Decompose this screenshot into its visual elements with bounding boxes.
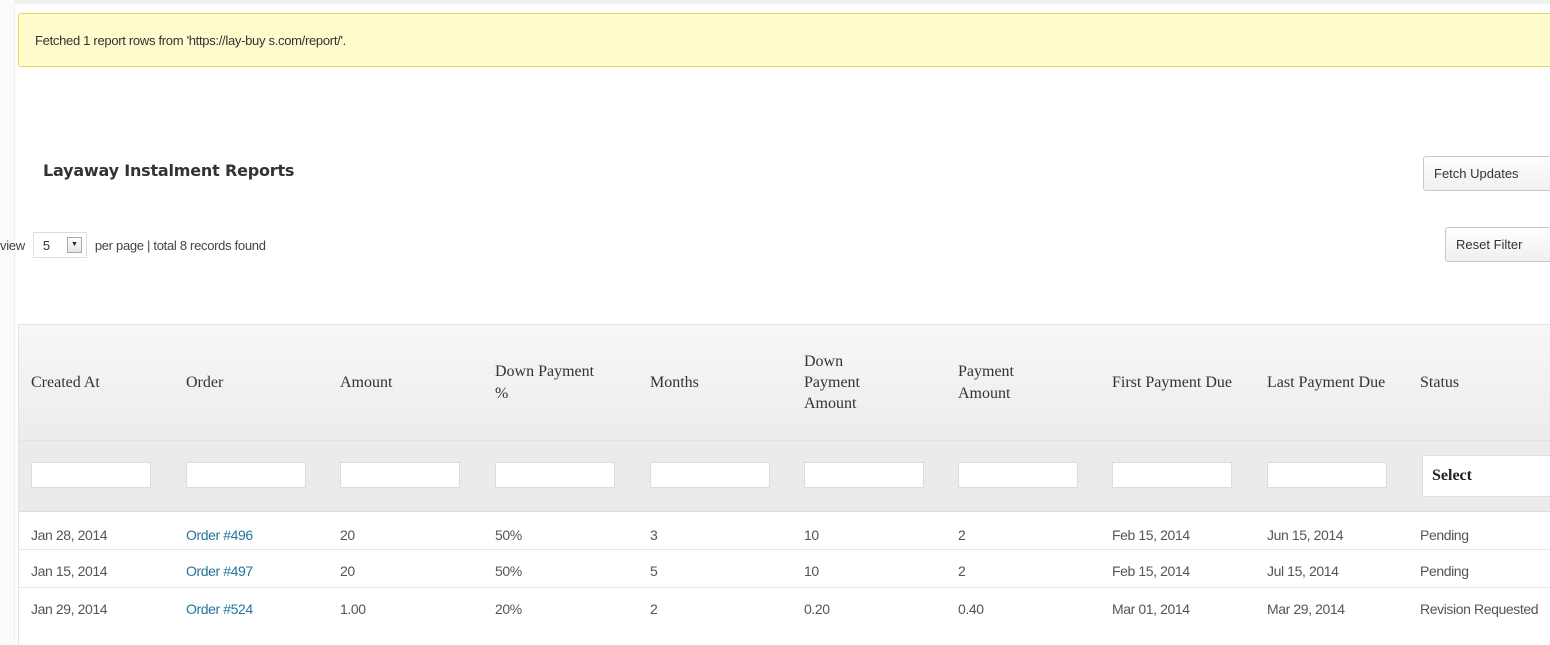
column-header-months[interactable]: Months — [650, 325, 780, 440]
cell-months: 3 — [650, 527, 658, 543]
filter-status-select[interactable]: Select — [1422, 455, 1550, 497]
cell-created-at: Jan 29, 2014 — [31, 601, 108, 617]
column-header-payment-amount[interactable]: Payment Amount — [958, 325, 1048, 440]
header-row: Created At Order Amount Down Payment % M… — [19, 325, 1550, 441]
cell-first-payment-due: Feb 15, 2014 — [1112, 563, 1190, 579]
filter-payment-amount-input[interactable] — [958, 462, 1078, 488]
filter-created-at-input[interactable] — [31, 462, 151, 488]
per-page-value: 5 — [42, 237, 50, 253]
chevron-down-icon[interactable]: ▼ — [66, 237, 82, 253]
filter-first-payment-due-input[interactable] — [1112, 462, 1232, 488]
filter-row: Select — [19, 441, 1550, 512]
fetch-updates-button[interactable]: Fetch Updates — [1423, 156, 1550, 191]
cell-status: Pending — [1420, 527, 1469, 543]
cell-down-payment-amount: 0.20 — [804, 601, 830, 617]
order-link[interactable]: Order #524 — [186, 598, 253, 620]
cell-amount: 20 — [340, 527, 355, 543]
column-header-amount[interactable]: Amount — [340, 325, 470, 440]
left-border — [0, 0, 15, 645]
reset-filter-button[interactable]: Reset Filter — [1445, 227, 1550, 262]
top-border — [0, 0, 1550, 4]
per-page-select[interactable]: 5 ▼ — [32, 232, 87, 258]
records-summary: per page | total 8 records found — [94, 237, 266, 253]
cell-last-payment-due: Jun 15, 2014 — [1267, 527, 1344, 543]
cell-down-payment-pct: 50% — [495, 563, 522, 579]
table-row: Jan 29, 2014 Order #524 1.00 20% 2 0.20 … — [19, 588, 1550, 645]
report-grid: Created At Order Amount Down Payment % M… — [18, 324, 1550, 645]
order-link[interactable]: Order #496 — [186, 524, 253, 546]
cell-payment-amount: 2 — [958, 527, 966, 543]
report-page: Fetched 1 report rows from 'https://lay-… — [0, 0, 1550, 645]
column-header-last-payment-due[interactable]: Last Payment Due — [1267, 325, 1397, 440]
pager: view 5 ▼ per page | total 8 records foun… — [0, 232, 266, 258]
filter-amount-input[interactable] — [340, 462, 460, 488]
cell-down-payment-amount: 10 — [804, 563, 819, 579]
filter-down-payment-pct-input[interactable] — [495, 462, 615, 488]
view-label: view — [0, 237, 25, 253]
notice-text: Fetched 1 report rows from 'https://lay-… — [35, 33, 346, 48]
cell-created-at: Jan 28, 2014 — [31, 527, 108, 543]
order-link[interactable]: Order #497 — [186, 560, 253, 582]
filter-months-input[interactable] — [650, 462, 770, 488]
cell-status: Revision Requested — [1420, 601, 1539, 617]
column-header-order[interactable]: Order — [186, 325, 316, 440]
cell-last-payment-due: Mar 29, 2014 — [1267, 601, 1345, 617]
cell-down-payment-amount: 10 — [804, 527, 819, 543]
column-header-created-at[interactable]: Created At — [31, 325, 161, 440]
cell-amount: 1.00 — [340, 601, 366, 617]
table-body: Jan 28, 2014 Order #496 20 50% 3 10 2 Fe… — [19, 512, 1550, 645]
table-row: Jan 15, 2014 Order #497 20 50% 5 10 2 Fe… — [19, 550, 1550, 588]
page-title: Layaway Instalment Reports — [43, 161, 295, 180]
cell-months: 5 — [650, 563, 658, 579]
cell-months: 2 — [650, 601, 658, 617]
cell-first-payment-due: Mar 01, 2014 — [1112, 601, 1190, 617]
column-header-status[interactable]: Status — [1420, 325, 1550, 440]
cell-payment-amount: 2 — [958, 563, 966, 579]
column-header-down-payment-pct[interactable]: Down Payment % — [495, 325, 605, 440]
cell-created-at: Jan 15, 2014 — [31, 563, 108, 579]
cell-last-payment-due: Jul 15, 2014 — [1267, 563, 1339, 579]
column-header-down-payment-amount[interactable]: Down Payment Amount — [804, 325, 894, 440]
cell-down-payment-pct: 20% — [495, 601, 522, 617]
cell-down-payment-pct: 50% — [495, 527, 522, 543]
cell-amount: 20 — [340, 563, 355, 579]
filter-order-input[interactable] — [186, 462, 306, 488]
cell-status: Pending — [1420, 563, 1469, 579]
update-notice: Fetched 1 report rows from 'https://lay-… — [18, 13, 1550, 67]
cell-payment-amount: 0.40 — [958, 601, 984, 617]
column-header-first-payment-due[interactable]: First Payment Due — [1112, 325, 1252, 440]
cell-first-payment-due: Feb 15, 2014 — [1112, 527, 1190, 543]
filter-last-payment-due-input[interactable] — [1267, 462, 1387, 488]
table-row: Jan 28, 2014 Order #496 20 50% 3 10 2 Fe… — [19, 512, 1550, 550]
filter-down-payment-amount-input[interactable] — [804, 462, 924, 488]
